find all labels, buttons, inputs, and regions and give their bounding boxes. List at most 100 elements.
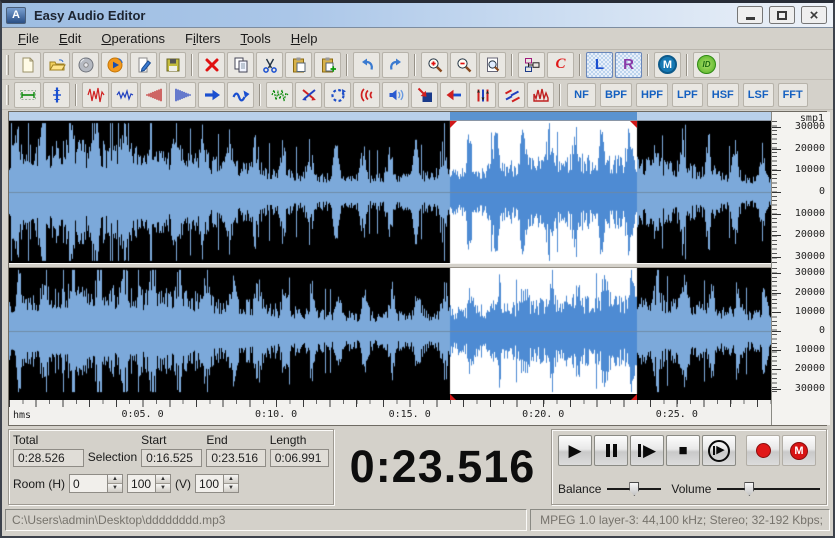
waveform-channel-right[interactable] [9,268,771,394]
room-h-value[interactable]: 0 [69,474,107,493]
smooth-shift-button[interactable] [227,82,254,108]
edit-file-button[interactable] [130,52,157,78]
channel-right-button[interactable]: R [615,52,642,78]
amplitude-tick [772,170,781,171]
equalizer-button[interactable] [469,82,496,108]
menu-item-help[interactable]: Help [281,28,328,49]
menu-item-file[interactable]: File [8,28,49,49]
overview-selection[interactable] [450,112,637,120]
menu-item-tools[interactable]: Tools [230,28,280,49]
play-button[interactable]: ▶ [558,435,592,466]
zoom-out-button[interactable] [450,52,477,78]
spin-down-icon[interactable]: ▼ [224,483,238,492]
undo-button[interactable] [353,52,380,78]
mix-mono-button[interactable]: M [654,52,681,78]
overview-bar[interactable] [9,112,771,121]
filter-hsf-label: HSF [712,89,734,101]
spin-up-icon[interactable]: ▲ [224,475,238,483]
record-button[interactable] [746,435,780,466]
menu-item-filters[interactable]: Filters [175,28,230,49]
comb-filter-button[interactable] [527,82,554,108]
pause-button[interactable] [594,435,628,466]
close-button[interactable]: × [801,6,827,24]
record-mix-button[interactable]: M [782,435,816,466]
attenuate-button[interactable] [111,82,138,108]
toolbar-separator [686,54,688,76]
cross-mix-button[interactable] [295,82,322,108]
save-file-button[interactable] [159,52,186,78]
volume-slider[interactable] [717,482,820,496]
selection-marker-icon[interactable] [630,121,637,128]
toolbar-grip[interactable] [6,55,9,75]
room-h2-spinner[interactable]: 100 ▲▼ [127,474,171,493]
toolbar-grip[interactable] [6,85,9,105]
center-cursor-button[interactable] [43,82,70,108]
volume-label: Volume [671,482,711,496]
title-bar: A Easy Audio Editor × [2,3,833,28]
delete-selection-button[interactable] [198,52,225,78]
toolbar-separator [579,54,581,76]
spin-up-icon[interactable]: ▲ [108,475,122,483]
play-from-cursor-button[interactable]: ▶ [630,435,664,466]
spin-down-icon[interactable]: ▼ [156,483,170,492]
tempo-button[interactable] [498,82,525,108]
filter-hpf-button[interactable]: HPF [636,83,668,107]
selection-marker-icon[interactable] [450,394,456,400]
id3-tag-button[interactable]: ID [693,52,720,78]
menu-item-edit[interactable]: Edit [49,28,91,49]
amplify-button[interactable] [82,82,109,108]
minimize-button[interactable] [737,6,763,24]
room-v-spinner[interactable]: 100 ▲▼ [195,474,239,493]
zoom-in-button[interactable] [421,52,448,78]
paste-insert-button[interactable] [314,52,341,78]
paste-button[interactable] [285,52,312,78]
balance-slider-thumb[interactable] [629,482,639,496]
normalize-button[interactable] [266,82,293,108]
copy-button[interactable] [227,52,254,78]
convert-button[interactable]: C [547,52,574,78]
filter-lpf-button[interactable]: LPF [672,83,703,107]
open-file-button[interactable] [43,52,70,78]
fade-in-button[interactable] [140,82,167,108]
volume-slider-thumb[interactable] [744,482,754,496]
menu-item-operations[interactable]: Operations [91,28,175,49]
spin-up-icon[interactable]: ▲ [156,475,170,483]
fade-out-button[interactable] [169,82,196,108]
v-label: (V) [175,477,191,491]
batch-process-button[interactable] [518,52,545,78]
maximize-button[interactable] [769,6,795,24]
filter-bpf-button[interactable]: BPF [600,83,632,107]
echo-button[interactable] [353,82,380,108]
open-cd-button[interactable] [72,52,99,78]
insert-mix-button[interactable] [411,82,438,108]
time-ruler[interactable]: hms 0:05. 00:10. 00:15. 00:20. 00:25. 0 [9,400,771,425]
media-player-button[interactable] [101,52,128,78]
loop-button[interactable] [324,82,351,108]
waveform-channel-left[interactable] [9,121,771,263]
speaker-test-button[interactable] [382,82,409,108]
balance-slider[interactable] [607,482,661,496]
reverse-button[interactable] [440,82,467,108]
new-file-button[interactable] [14,52,41,78]
play-all-button[interactable]: ▶ [702,435,736,466]
filter-hsf-button[interactable]: HSF [707,83,739,107]
amplitude-tick [772,149,781,150]
paste-icon [290,56,308,74]
room-v-value[interactable]: 100 [195,474,223,493]
zoom-all-button[interactable] [479,52,506,78]
room-h2-value[interactable]: 100 [127,474,155,493]
redo-button[interactable] [382,52,409,78]
selection-marker-icon[interactable] [631,394,637,400]
spin-down-icon[interactable]: ▼ [108,483,122,492]
status-file-path: C:\Users\admin\Desktop\dddddddd.mp3 [5,509,527,531]
channel-left-button[interactable]: L [586,52,613,78]
filter-nf-button[interactable]: NF [567,83,596,107]
room-h-spinner[interactable]: 0 ▲▼ [69,474,123,493]
shift-right-button[interactable] [198,82,225,108]
stop-button[interactable]: ■ [666,435,700,466]
cut-button[interactable] [256,52,283,78]
filter-fft-button[interactable]: FFT [778,83,808,107]
filter-lsf-button[interactable]: LSF [743,83,774,107]
select-range-button[interactable] [14,82,41,108]
selection-marker-icon[interactable] [450,121,457,128]
